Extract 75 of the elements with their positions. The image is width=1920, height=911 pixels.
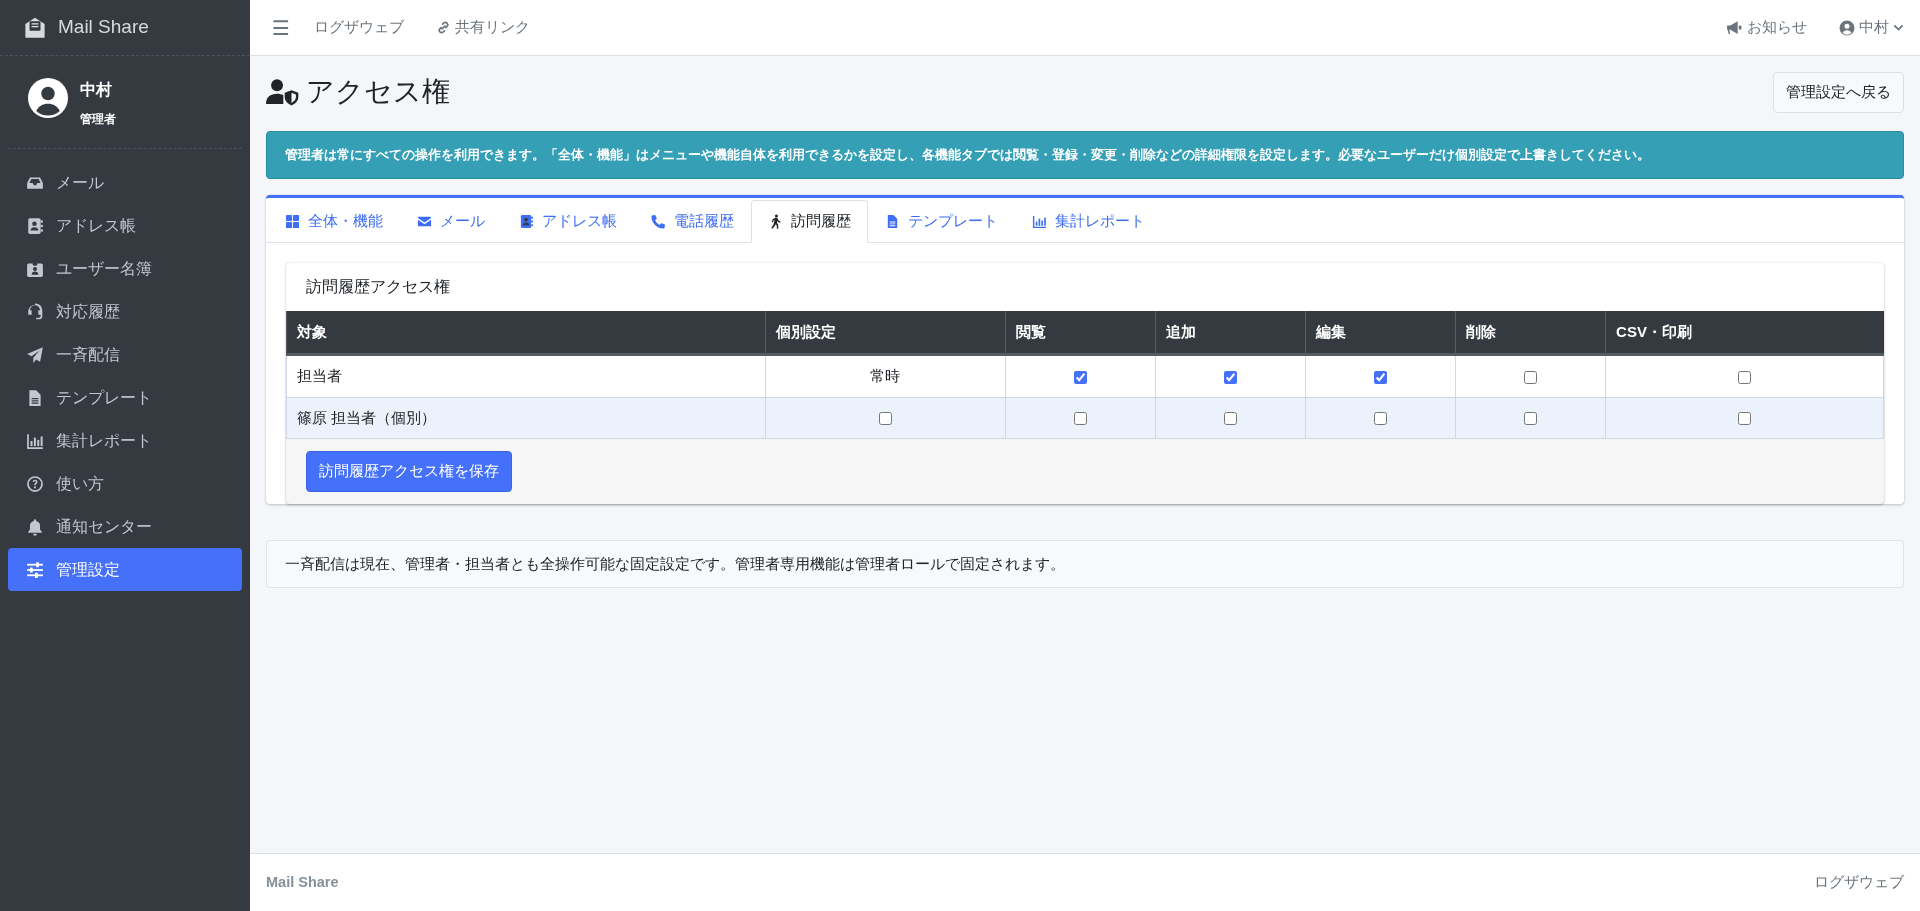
- user-shield-icon: [266, 77, 300, 108]
- checkbox[interactable]: [1524, 370, 1537, 384]
- sidebar-item[interactable]: ユーザー名簿: [8, 247, 242, 290]
- checkbox[interactable]: [1373, 412, 1387, 426]
- sidebar-item[interactable]: 通知センター: [8, 505, 242, 548]
- page-title: アクセス権: [306, 75, 450, 110]
- column-header: 閲覧: [1005, 310, 1156, 355]
- column-header: CSV・印刷: [1605, 310, 1884, 355]
- sidebar-item[interactable]: テンプレート: [8, 376, 242, 419]
- tab[interactable]: 集計レポート: [1015, 200, 1162, 243]
- avatar-icon: [28, 78, 68, 118]
- column-header: 編集: [1305, 310, 1456, 355]
- footer-link[interactable]: ログザウェブ: [1814, 871, 1904, 894]
- sidebar-item[interactable]: 管理設定: [8, 548, 242, 591]
- table-cell: 担当者: [286, 354, 766, 398]
- sliders-icon: [26, 560, 44, 579]
- info-alert: 管理者は常にすべての操作を利用できます。「全体・機能」はメニューや機能自体を利用できるかを設定し、各機能タブでは閲覧・登録・変更・削除などの詳細権限を設定します。必要なユーザーだけ個別設定で上書きしてください。: [266, 130, 1904, 180]
- tab[interactable]: 訪問履歴: [751, 200, 868, 243]
- tab[interactable]: メール: [400, 200, 502, 243]
- tab[interactable]: 全体・機能: [268, 200, 400, 243]
- tab[interactable]: アドレス帳: [502, 200, 634, 243]
- bell-icon: [26, 517, 44, 536]
- checkbox[interactable]: [1073, 370, 1087, 384]
- help-icon: [26, 474, 44, 493]
- bar-chart-icon: [1032, 214, 1047, 229]
- nav-link[interactable]: ログザウェブ: [313, 16, 404, 39]
- table-cell: 常時: [765, 354, 1006, 398]
- mail-logo-icon: [24, 16, 46, 39]
- back-button[interactable]: 管理設定へ戻る: [1773, 72, 1904, 113]
- link-icon: [435, 20, 451, 35]
- checkbox[interactable]: [1524, 412, 1537, 426]
- contact-card-icon: [519, 214, 534, 229]
- checkbox[interactable]: [878, 412, 892, 426]
- megaphone-icon: [1726, 19, 1743, 36]
- sidebar-item[interactable]: 一斉配信: [8, 333, 242, 376]
- column-header: 個別設定: [765, 310, 1006, 355]
- grid-icon: [285, 214, 300, 229]
- user-menu[interactable]: 中村: [1839, 16, 1904, 39]
- sidebar-item[interactable]: 集計レポート: [8, 419, 242, 462]
- menu-button[interactable]: ☰: [272, 12, 290, 43]
- nav-link[interactable]: 共有リンク: [435, 16, 530, 39]
- user-icon: [1839, 19, 1855, 36]
- checkbox[interactable]: [1073, 412, 1087, 426]
- document-icon: [26, 388, 44, 407]
- bar-chart-icon: [26, 431, 44, 450]
- checkbox[interactable]: [1738, 412, 1752, 426]
- column-header: 追加: [1155, 310, 1306, 355]
- user-name: 中村: [80, 80, 113, 100]
- contact-card-icon: [26, 216, 44, 235]
- sidebar-item[interactable]: アドレス帳: [8, 204, 242, 247]
- panel-title: 訪問履歴アクセス権: [286, 262, 1884, 311]
- footer-brand: Mail Share: [266, 872, 339, 892]
- checkbox[interactable]: [1738, 370, 1752, 384]
- column-header: 対象: [286, 310, 766, 355]
- checkbox[interactable]: [1373, 370, 1387, 384]
- sidebar-item[interactable]: メール: [8, 161, 242, 204]
- checkbox[interactable]: [1223, 412, 1237, 426]
- user-role: 管理者: [80, 111, 116, 128]
- envelope-icon: [417, 214, 432, 229]
- phone-icon: [651, 214, 666, 229]
- chevron-down-icon: [1893, 22, 1904, 33]
- tab[interactable]: 電話履歴: [634, 200, 751, 243]
- sidebar-item[interactable]: 使い方: [8, 462, 242, 505]
- table-cell: 篠原 担当者（個別）: [286, 397, 766, 439]
- tab[interactable]: テンプレート: [868, 200, 1015, 243]
- save-button[interactable]: 訪問履歴アクセス権を保存: [306, 451, 512, 492]
- notice-link[interactable]: お知らせ: [1726, 16, 1807, 39]
- info-note: 一斉配信は現在、管理者・担当者とも全操作可能な固定設定です。管理者専用機能は管理者ロールで固定されます。: [266, 539, 1904, 589]
- paper-plane-icon: [26, 345, 44, 364]
- column-header: 削除: [1455, 310, 1606, 355]
- checkbox[interactable]: [1223, 370, 1237, 384]
- document-icon: [885, 214, 900, 229]
- sidebar-item[interactable]: 対応履歴: [8, 290, 242, 333]
- headset-icon: [26, 302, 44, 321]
- brand-name[interactable]: Mail Share: [58, 13, 149, 42]
